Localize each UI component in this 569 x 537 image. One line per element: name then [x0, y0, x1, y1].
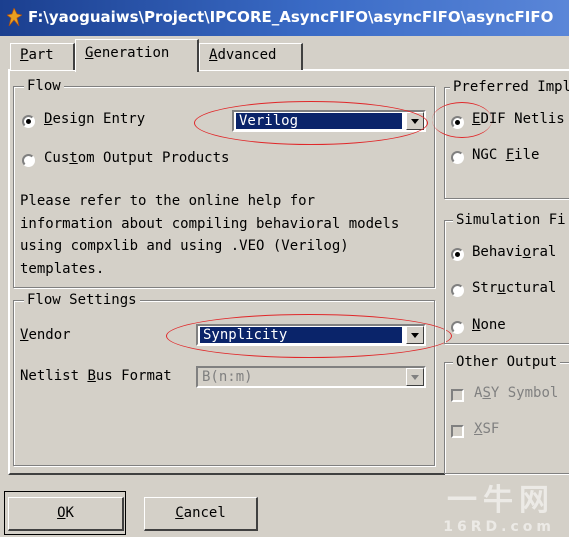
asy-symbol-label: ASY Symbol	[474, 385, 559, 401]
preferred-impl-title: Preferred Impl	[450, 79, 569, 95]
ngc-file-radio[interactable]	[451, 151, 464, 164]
netlist-bus-format-label: Netlist Bus Format	[20, 368, 172, 384]
vendor-label: Vendor	[20, 327, 71, 343]
watermark-sub: 16RD.com	[443, 519, 555, 535]
cancel-button[interactable]: Cancel	[144, 497, 258, 531]
flow-description: Please refer to the online help for info…	[20, 193, 400, 277]
annotation-ellipse	[432, 102, 492, 138]
netlist-bus-format-value: B(n:m)	[202, 369, 253, 385]
tab-part[interactable]: Part	[10, 43, 75, 70]
other-output-title: Other Output	[453, 354, 561, 370]
custom-output-radio[interactable]	[22, 154, 35, 167]
app-icon	[7, 8, 22, 26]
tab-generation[interactable]: Generation	[75, 39, 199, 72]
watermark-main: 一牛网	[447, 483, 555, 518]
watermark: 一牛网 16RD.com	[443, 475, 555, 535]
none-label: None	[472, 317, 506, 333]
flow-group-title: Flow	[24, 78, 64, 94]
tab-generation-label: Generation	[85, 45, 170, 61]
ok-button[interactable]: OK	[8, 497, 124, 531]
netlist-bus-format-select[interactable]: B(n:m)	[196, 366, 426, 388]
design-entry-label: Design Entry	[44, 111, 146, 127]
xsf-checkbox[interactable]	[451, 425, 464, 438]
none-radio[interactable]	[451, 321, 464, 334]
tab-advanced[interactable]: Advanced	[199, 43, 303, 70]
chevron-down-icon	[411, 375, 419, 380]
annotation-ellipse	[166, 314, 452, 358]
window-title: F:\yaoguaiws\Project\IPCORE_AsyncFIFO\as…	[28, 8, 554, 26]
annotation-ellipse	[194, 101, 428, 145]
ok-button-label: OK	[57, 505, 74, 521]
asy-symbol-checkbox[interactable]	[451, 389, 464, 402]
netlist-bus-format-dropdown-button[interactable]	[406, 368, 424, 386]
simulation-title: Simulation Fi	[453, 212, 569, 228]
tab-advanced-label: Advanced	[209, 47, 277, 63]
structural-label: Structural	[472, 280, 557, 296]
title-bar[interactable]: F:\yaoguaiws\Project\IPCORE_AsyncFIFO\as…	[0, 0, 569, 36]
structural-radio[interactable]	[451, 284, 464, 297]
ngc-file-label: NGC File	[472, 147, 540, 163]
behavioral-radio[interactable]	[451, 248, 464, 261]
flow-settings-title: Flow Settings	[24, 292, 140, 308]
design-entry-radio[interactable]	[22, 115, 35, 128]
xsf-label: XSF	[474, 421, 500, 437]
cancel-button-label: Cancel	[175, 505, 226, 521]
other-output-group	[444, 362, 569, 474]
tab-part-label: Part	[20, 47, 54, 63]
behavioral-label: Behavioral	[472, 244, 557, 260]
custom-output-label: Custom Output Products	[44, 150, 230, 166]
